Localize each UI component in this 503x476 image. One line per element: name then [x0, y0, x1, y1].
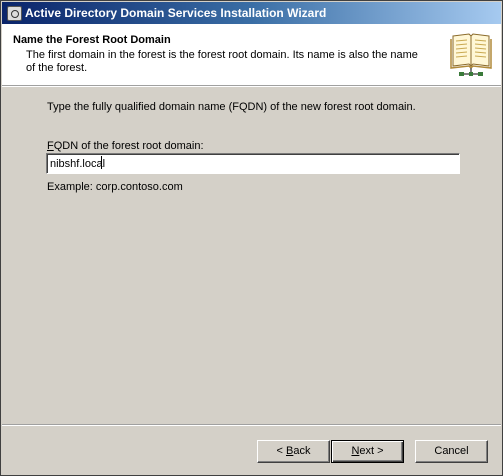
cancel-button[interactable]: Cancel: [415, 440, 488, 463]
page-subtitle: The first domain in the forest is the fo…: [26, 49, 418, 74]
back-button-label: ack: [293, 445, 311, 457]
back-button[interactable]: < Back: [257, 440, 330, 463]
window-title: Active Directory Domain Services Install…: [25, 6, 327, 20]
fqdn-label-text: QDN of the forest root domain:: [53, 140, 204, 152]
footer-divider-highlight: [2, 425, 501, 426]
next-button-label: ext >: [359, 445, 384, 457]
cancel-button-label: Cancel: [434, 445, 469, 457]
back-button-prefix: <: [276, 445, 286, 457]
instruction-text: Type the fully qualified domain name (FQ…: [47, 101, 416, 113]
wizard-header: Name the Forest Root Domain The first do…: [2, 24, 501, 86]
wizard-app-icon: [7, 6, 22, 21]
book-icon: [450, 33, 492, 76]
header-divider: [2, 86, 501, 87]
wizard-window: Active Directory Domain Services Install…: [0, 0, 503, 476]
fqdn-input[interactable]: [46, 153, 460, 174]
next-button[interactable]: Next >: [331, 440, 404, 463]
example-text: Example: corp.contoso.com: [47, 181, 183, 193]
text-caret: [101, 156, 102, 169]
fqdn-label-access-key: F: [47, 140, 54, 152]
page-title: Name the Forest Root Domain: [13, 34, 171, 46]
title-bar[interactable]: Active Directory Domain Services Install…: [2, 2, 501, 24]
fqdn-label: FQDN of the forest root domain:: [47, 140, 204, 152]
